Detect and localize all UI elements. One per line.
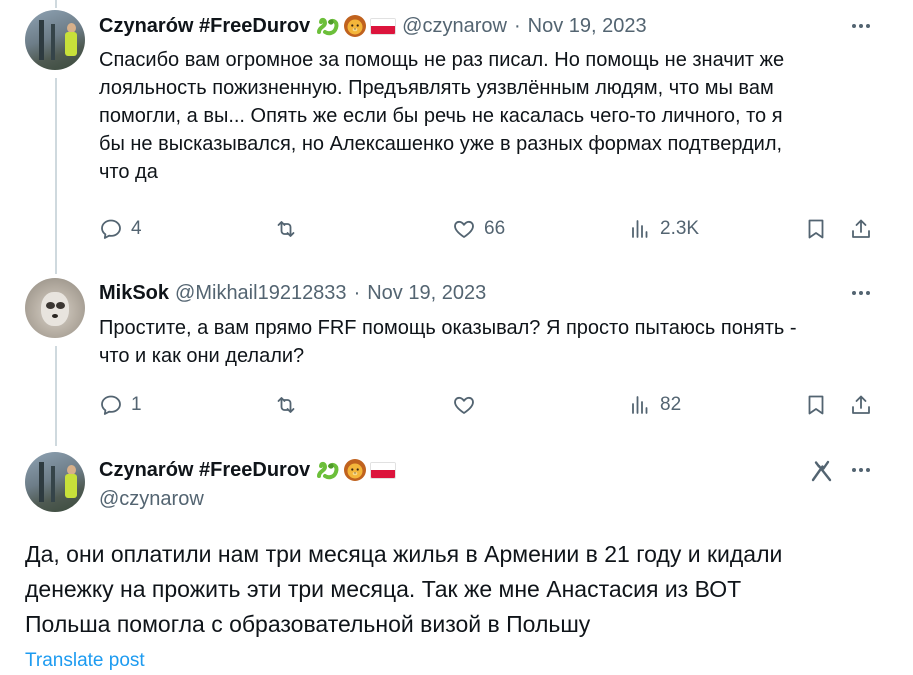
bookmark-button[interactable]: [804, 214, 828, 244]
text-line: Да, они оплатили нам три месяца жилья в …: [25, 541, 783, 567]
tweet-date[interactable]: Nov 19, 2023: [528, 15, 647, 38]
text-line: лояльность пожизненную. Предъявлять уязв…: [99, 77, 774, 99]
bookmark-icon: [808, 395, 824, 415]
bookmark-button[interactable]: [804, 390, 828, 420]
text-line: что да: [99, 161, 158, 183]
views-count: 82: [660, 394, 682, 415]
views-button[interactable]: 82: [628, 390, 681, 420]
thread-line: [55, 0, 57, 8]
tweet-date[interactable]: Nov 19, 2023: [367, 282, 486, 305]
lion-emoji: [344, 459, 367, 481]
display-name[interactable]: Czynarów #FreeDurov: [99, 459, 310, 482]
share-button[interactable]: [849, 390, 873, 420]
snake-emoji: [317, 17, 339, 36]
views-icon: [632, 396, 648, 414]
share-icon: [852, 219, 870, 238]
lion-emoji: [344, 15, 367, 37]
text-line: Польша помогла с образовательной визой в…: [25, 611, 591, 637]
share-button[interactable]: [849, 214, 873, 244]
avatar[interactable]: [25, 278, 85, 338]
like-button[interactable]: [452, 390, 484, 420]
tweet-actions: 4 66 2.3K: [99, 214, 879, 244]
poland-flag-emoji: [370, 17, 397, 35]
repost-icon: [277, 397, 295, 413]
more-icon[interactable]: [847, 281, 875, 305]
avatar[interactable]: [25, 10, 85, 70]
reply-count: 4: [131, 218, 142, 239]
repost-button[interactable]: [274, 214, 306, 244]
thread-line: [55, 78, 57, 274]
tweet-text: Простите, а вам прямо FRF помощь оказыва…: [99, 314, 879, 370]
views-count: 2.3K: [660, 218, 700, 239]
name-emojis: [316, 14, 397, 38]
thread-line: [55, 346, 57, 446]
tweet-handle-row: @czynarow: [99, 487, 204, 511]
name-emojis: [316, 458, 397, 482]
reply-icon: [101, 219, 121, 239]
more-icon[interactable]: [847, 14, 875, 38]
reply-button[interactable]: 1: [99, 390, 142, 420]
repost-button[interactable]: [274, 390, 306, 420]
reply-count: 1: [131, 394, 142, 415]
translate-link[interactable]: Translate post: [25, 650, 145, 672]
text-line: Простите, а вам прямо FRF помощь оказыва…: [99, 317, 797, 339]
poland-flag-emoji: [370, 461, 397, 479]
text-line: бы не высказывался, но Алексашенко уже в…: [99, 133, 783, 155]
display-name[interactable]: Czynarów #FreeDurov: [99, 15, 310, 38]
user-handle[interactable]: @czynarow: [99, 488, 204, 511]
tweet-header: Czynarów #FreeDurov @czynarow · Nov 19, …: [99, 14, 647, 38]
like-icon: [454, 220, 474, 238]
share-icon: [852, 395, 870, 414]
bookmark-icon: [808, 219, 824, 239]
separator: ·: [353, 281, 361, 304]
text-line: денежку на прожить эти три месяца. Так ж…: [25, 576, 742, 602]
avatar[interactable]: [25, 452, 85, 512]
display-name[interactable]: MikSok: [99, 282, 169, 305]
user-handle[interactable]: @Mikhail19212833: [175, 282, 347, 305]
tweet-text: Да, они оплатили нам три месяца жилья в …: [25, 537, 895, 642]
user-handle[interactable]: @czynarow: [402, 15, 507, 38]
text-line: что и как они делали?: [99, 345, 305, 367]
snake-emoji: [317, 461, 339, 480]
grok-icon[interactable]: [809, 458, 835, 484]
like-count: 66: [484, 218, 506, 239]
like-button[interactable]: 66: [452, 214, 505, 244]
tweet-header: Czynarów #FreeDurov: [99, 458, 397, 482]
text-line: помогли, а вы... Опять же если бы речь н…: [99, 105, 783, 127]
text-line: Спасибо вам огромное за помощь не раз пи…: [99, 49, 785, 71]
tweet-header: MikSok @Mikhail19212833 · Nov 19, 2023: [99, 281, 486, 305]
views-button[interactable]: 2.3K: [628, 214, 699, 244]
more-icon[interactable]: [847, 458, 875, 482]
separator: ·: [513, 14, 521, 37]
reply-button[interactable]: 4: [99, 214, 142, 244]
like-icon: [454, 396, 474, 414]
reply-icon: [101, 395, 121, 415]
views-icon: [632, 220, 648, 238]
repost-icon: [277, 221, 295, 237]
tweet-actions: 1 82: [99, 390, 879, 420]
tweet-text: Спасибо вам огромное за помощь не раз пи…: [99, 46, 879, 186]
